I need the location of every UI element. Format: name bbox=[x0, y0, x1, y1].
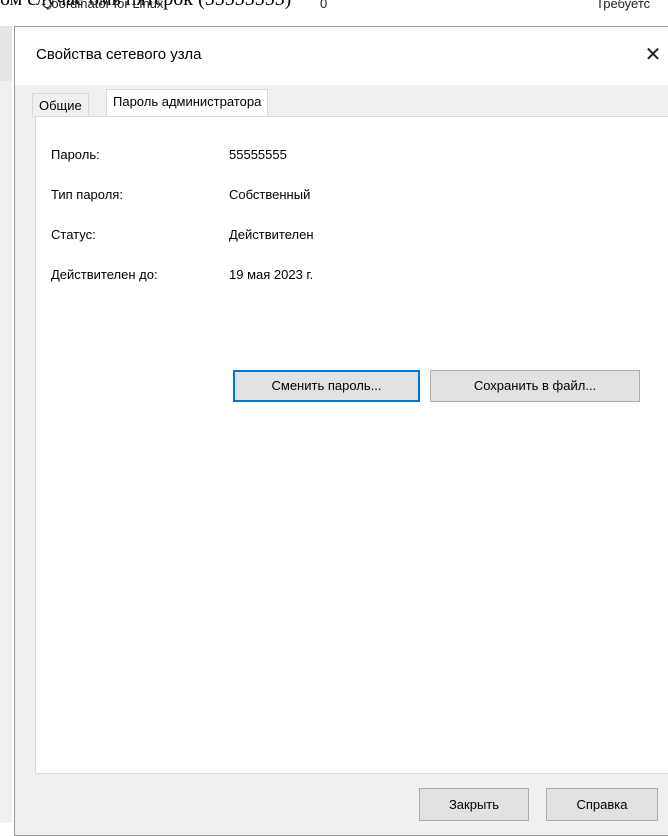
dialog-titlebar[interactable]: Свойства сетевого узла ✕ bbox=[15, 27, 668, 85]
help-button[interactable]: Справка bbox=[546, 788, 658, 821]
dialog-title: Свойства сетевого узла bbox=[36, 46, 202, 63]
background-table-cell: Coordinator for Linux bbox=[42, 0, 164, 11]
tab-general[interactable]: Общие bbox=[32, 93, 89, 117]
background-table-row: Coordinator for Linux 0 Требуетс bbox=[0, 0, 668, 26]
status-label: Статус: bbox=[51, 227, 96, 242]
background-table-cell: Требуетс bbox=[596, 0, 651, 11]
close-button[interactable]: Закрыть bbox=[419, 788, 529, 821]
tab-admin-password[interactable]: Пароль администратора bbox=[106, 89, 269, 117]
background-window-band bbox=[0, 26, 12, 81]
background-table-cell: 0 bbox=[320, 0, 328, 11]
background-window-edge bbox=[0, 26, 12, 823]
admin-password-panel: Пароль: 55555555 Тип пароля: Собственный… bbox=[35, 116, 668, 774]
node-properties-dialog: Свойства сетевого узла ✕ Общие Пароль ад… bbox=[14, 26, 668, 836]
save-to-file-button[interactable]: Сохранить в файл... bbox=[430, 370, 640, 402]
password-value: 55555555 bbox=[229, 147, 287, 162]
password-label: Пароль: bbox=[51, 147, 100, 162]
tab-label: Общие bbox=[39, 98, 82, 113]
change-password-button[interactable]: Сменить пароль... bbox=[233, 370, 420, 402]
close-icon[interactable]: ✕ bbox=[639, 41, 667, 69]
tab-label: Пароль администратора bbox=[113, 94, 262, 109]
status-value: Действителен bbox=[229, 227, 314, 242]
password-type-value: Собственный bbox=[229, 187, 311, 202]
valid-until-label: Действителен до: bbox=[51, 267, 158, 282]
password-type-label: Тип пароля: bbox=[51, 187, 123, 202]
valid-until-value: 19 мая 2023 г. bbox=[229, 267, 314, 282]
